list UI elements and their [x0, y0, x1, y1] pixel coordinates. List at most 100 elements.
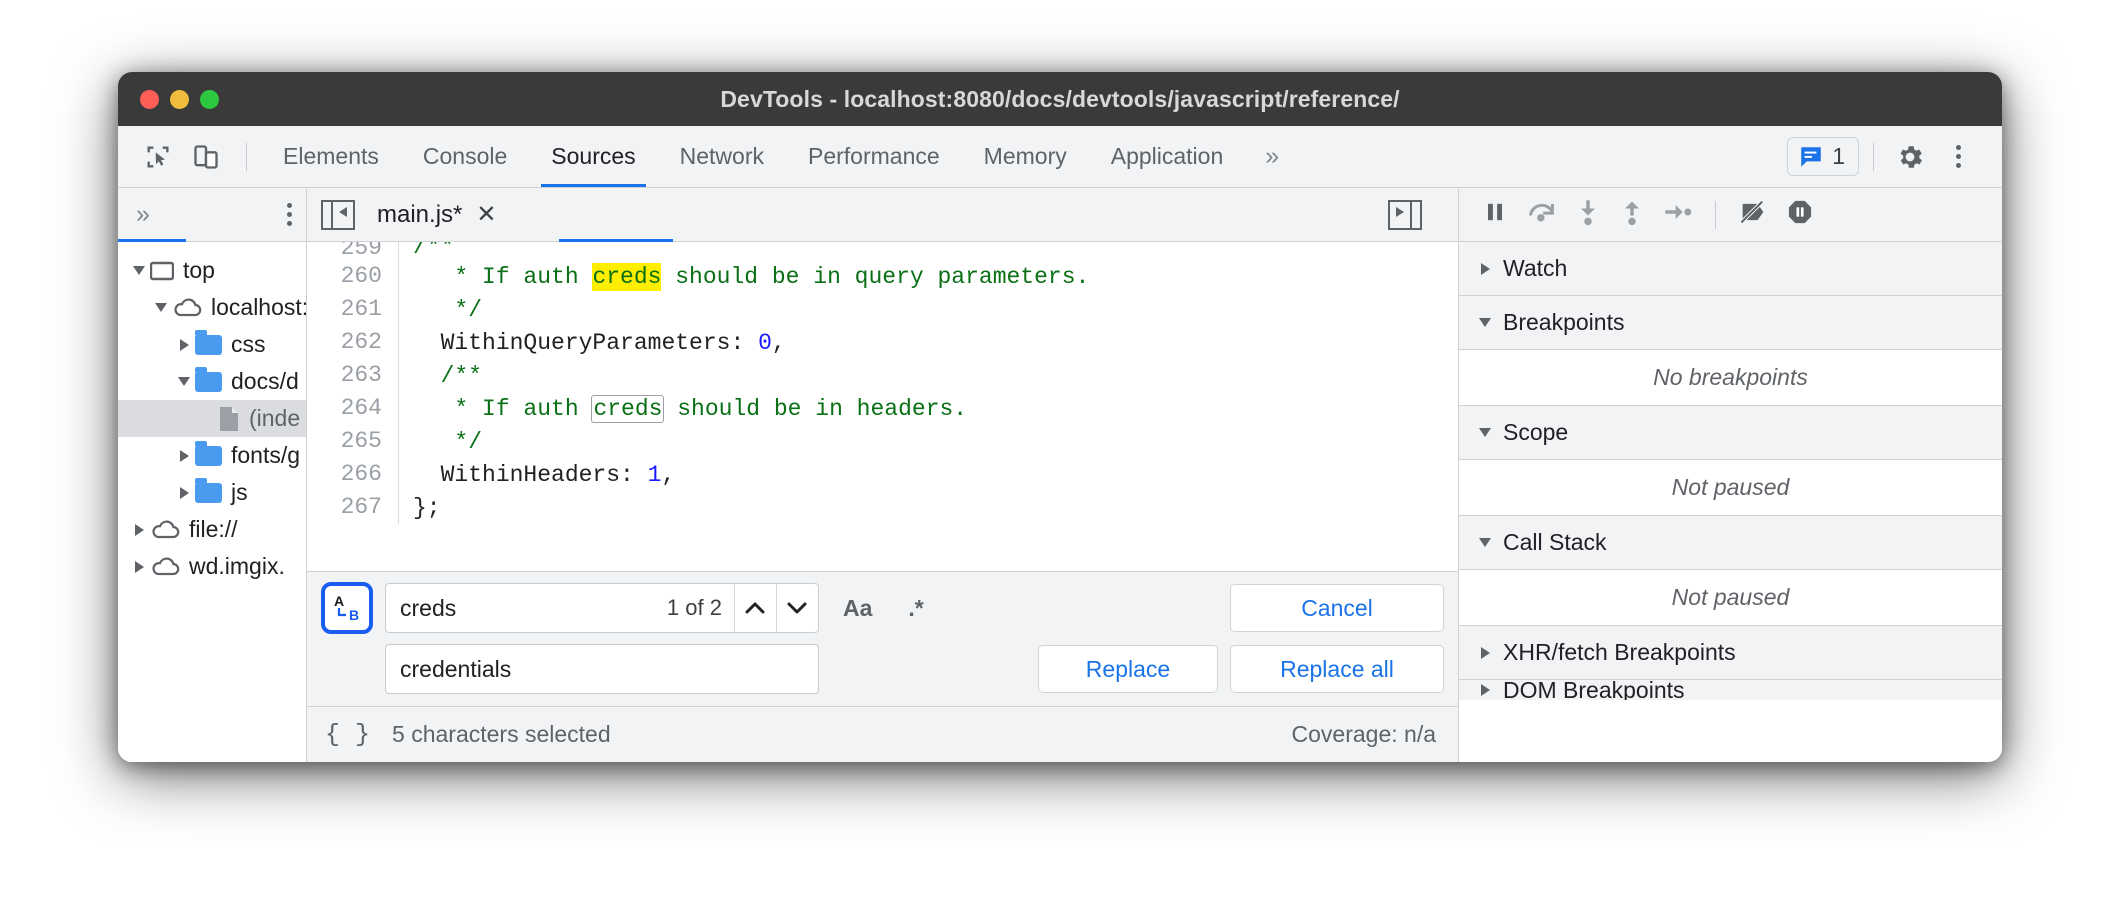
pause-on-exceptions-icon[interactable] — [1786, 198, 1814, 231]
disclosure-triangle-icon[interactable] — [173, 339, 195, 351]
code-line: 264 * If auth creds should be in headers… — [307, 392, 1458, 425]
step-out-icon[interactable] — [1619, 198, 1645, 231]
disclosure-triangle-icon[interactable] — [150, 303, 172, 312]
disclosure-triangle-icon[interactable] — [173, 377, 195, 386]
deactivate-breakpoints-icon[interactable] — [1738, 198, 1768, 231]
editor-file-tab[interactable]: main.js* ✕ — [377, 200, 496, 229]
replace-button[interactable]: Replace — [1038, 645, 1218, 693]
tree-item-label: js — [231, 479, 248, 506]
disclosure-spacer — [196, 411, 218, 427]
panel-tabs: Elements Console Sources Network Perform… — [261, 126, 1299, 187]
svg-text:A: A — [334, 593, 344, 609]
punctuation: , — [772, 330, 786, 356]
disclosure-triangle-icon[interactable] — [128, 524, 150, 536]
tab-performance[interactable]: Performance — [786, 126, 962, 187]
chevron-down-icon[interactable] — [776, 584, 818, 632]
replace-input[interactable] — [386, 656, 818, 683]
pause-script-icon[interactable] — [1481, 198, 1509, 231]
tree-item-fonts[interactable]: fonts/g — [118, 437, 306, 474]
line-number: 265 — [307, 425, 399, 458]
section-scope[interactable]: Scope — [1459, 406, 2002, 460]
disclosure-triangle-icon[interactable] — [1475, 684, 1495, 696]
cloud-icon — [150, 520, 180, 540]
tab-elements[interactable]: Elements — [261, 126, 401, 187]
close-icon[interactable]: ✕ — [476, 200, 496, 229]
section-call-stack[interactable]: Call Stack — [1459, 516, 2002, 570]
comment-text: should be in headers. — [663, 396, 967, 422]
inspect-cursor-icon[interactable] — [136, 135, 180, 179]
comment-text: * If auth — [413, 264, 592, 290]
panel-expand-right-icon[interactable] — [1388, 200, 1422, 230]
replace-input-wrapper[interactable] — [385, 644, 819, 694]
devtools-tabstrip: Elements Console Sources Network Perform… — [118, 126, 2002, 188]
code-line: 267 }; — [307, 491, 1458, 524]
find-row: A B 1 of 2 — [321, 582, 1444, 634]
disclosure-triangle-icon[interactable] — [1475, 428, 1495, 437]
disclosure-triangle-icon[interactable] — [173, 450, 195, 462]
message-bubble-icon — [1798, 144, 1824, 170]
close-window-button[interactable] — [140, 90, 159, 109]
disclosure-triangle-icon[interactable] — [1475, 647, 1495, 659]
console-messages-badge[interactable]: 1 — [1787, 137, 1859, 176]
disclosure-triangle-icon[interactable] — [173, 487, 195, 499]
code-viewer[interactable]: 259 /** 260 * If auth creds should be in… — [307, 242, 1458, 571]
section-watch[interactable]: Watch — [1459, 242, 2002, 296]
tree-item-file-protocol[interactable]: file:// — [118, 511, 306, 548]
line-number: 266 — [307, 458, 399, 491]
replace-all-button[interactable]: Replace all — [1230, 645, 1444, 693]
tab-console[interactable]: Console — [401, 126, 529, 187]
disclosure-triangle-icon[interactable] — [1475, 538, 1495, 547]
maximize-window-button[interactable] — [200, 90, 219, 109]
disclosure-triangle-icon[interactable] — [128, 561, 150, 573]
devtools-window: DevTools - localhost:8080/docs/devtools/… — [118, 72, 2002, 762]
navigator-menu-icon[interactable] — [287, 203, 292, 226]
more-tabs-icon[interactable]: » — [1245, 126, 1299, 187]
window-traffic-lights[interactable] — [140, 90, 219, 109]
tree-item-index[interactable]: (inde — [118, 400, 306, 437]
tab-sources[interactable]: Sources — [529, 126, 657, 187]
section-xhr-fetch-breakpoints[interactable]: XHR/fetch Breakpoints — [1459, 626, 2002, 680]
tree-item-label: file:// — [189, 516, 238, 543]
pretty-print-braces-icon[interactable]: { } — [325, 720, 370, 749]
minimize-window-button[interactable] — [170, 90, 189, 109]
find-replace-bar: A B 1 of 2 — [307, 571, 1458, 706]
disclosure-triangle-icon[interactable] — [128, 266, 150, 275]
tab-application[interactable]: Application — [1089, 126, 1246, 187]
section-breakpoints[interactable]: Breakpoints — [1459, 296, 2002, 350]
coverage-status-text: Coverage: n/a — [1292, 721, 1436, 748]
tree-item-label: localhost: — [211, 294, 306, 321]
tree-item-css[interactable]: css — [118, 326, 306, 363]
step-into-icon[interactable] — [1575, 198, 1601, 231]
navigator-more-tabs-icon[interactable]: » — [136, 200, 150, 229]
section-dom-breakpoints[interactable]: DOM Breakpoints — [1459, 680, 2002, 700]
cancel-button[interactable]: Cancel — [1230, 584, 1444, 632]
tab-memory[interactable]: Memory — [962, 126, 1089, 187]
property-name: WithinHeaders: — [413, 462, 648, 488]
match-case-toggle[interactable]: Aa — [831, 584, 884, 632]
disclosure-triangle-icon[interactable] — [1475, 318, 1495, 327]
step-over-icon[interactable] — [1527, 198, 1557, 231]
line-number: 262 — [307, 326, 399, 359]
disclosure-triangle-icon[interactable] — [1475, 263, 1495, 275]
regex-toggle[interactable]: .* — [896, 584, 935, 632]
tree-item-docs[interactable]: docs/d — [118, 363, 306, 400]
kebab-menu-icon[interactable] — [1936, 135, 1980, 179]
search-input[interactable] — [386, 584, 663, 632]
tab-network[interactable]: Network — [658, 126, 786, 187]
tree-item-localhost[interactable]: localhost: — [118, 289, 306, 326]
tree-item-label: docs/d — [231, 368, 299, 395]
tree-item-top[interactable]: top — [118, 252, 306, 289]
step-icon[interactable] — [1663, 198, 1693, 231]
panel-collapse-left-icon[interactable] — [321, 200, 355, 230]
editor-status-bar: { } 5 characters selected Coverage: n/a — [307, 706, 1458, 762]
gear-icon[interactable] — [1888, 135, 1932, 179]
device-toolbar-icon[interactable] — [184, 135, 228, 179]
code-line: 260 * If auth creds should be in query p… — [307, 260, 1458, 293]
find-input-wrapper[interactable]: 1 of 2 — [385, 583, 819, 633]
tree-item-wd-imgix[interactable]: wd.imgix. — [118, 548, 306, 585]
replace-a-b-icon[interactable]: A B — [321, 582, 373, 634]
tree-item-js[interactable]: js — [118, 474, 306, 511]
chevron-up-icon[interactable] — [734, 584, 776, 632]
svg-text:B: B — [349, 607, 359, 623]
toolbar-right-actions: 1 — [1787, 135, 2002, 179]
